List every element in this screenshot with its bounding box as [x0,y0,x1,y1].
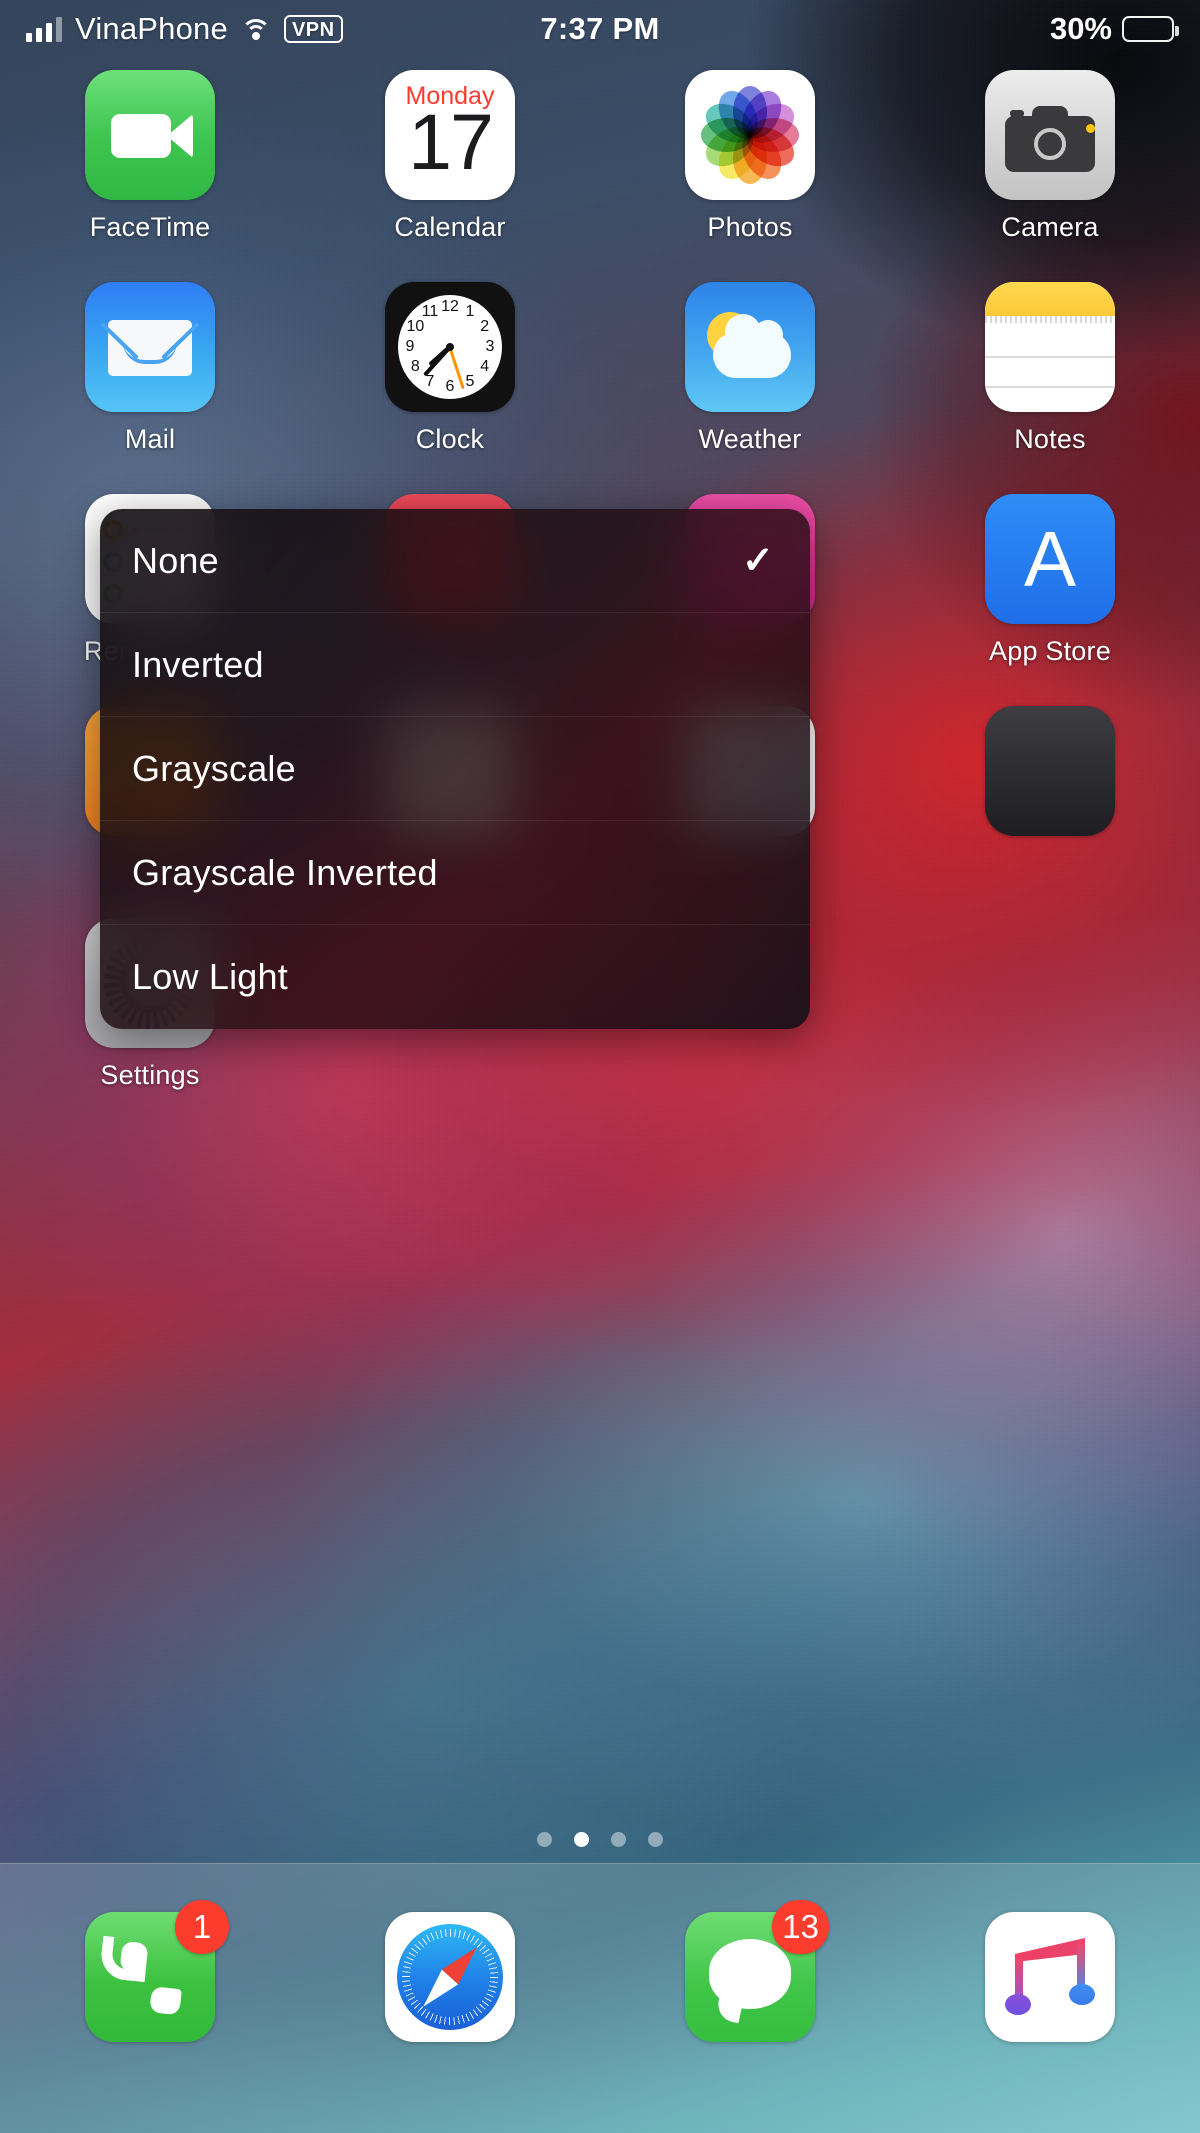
status-bar: VinaPhone VPN 7:37 PM 30% [0,0,1200,58]
app-label: Notes [1014,424,1086,454]
app-label: App Store [989,636,1111,666]
page-dot[interactable] [648,1832,663,1847]
color-filter-menu[interactable]: None ✓ Inverted ✓ Grayscale ✓ Grayscale … [100,509,810,1029]
app-label: Weather [698,424,802,454]
clock-numeral: 7 [425,372,435,390]
app-facetime[interactable]: FaceTime [0,70,300,282]
clock-numeral: 11 [421,303,439,321]
app-calendar[interactable]: Monday 17 Calendar [300,70,600,282]
battery-percent-label: 30% [1049,11,1112,46]
app-label: Mail [124,424,176,454]
clock-numeral: 1 [465,303,475,321]
app-icon[interactable] [985,706,1115,836]
app-appstore[interactable]: A App Store [900,494,1200,706]
app-camera[interactable]: Camera [900,70,1200,282]
menu-item-label: Grayscale Inverted [132,851,438,893]
dock-app-messages[interactable]: 13 [600,1900,900,2042]
app-row: FaceTime Monday 17 Calendar Photos Camer… [0,70,1200,282]
messages-icon[interactable]: 13 [685,1900,829,2042]
app-label: Camera [1001,212,1099,242]
menu-item-none[interactable]: None ✓ [100,509,810,613]
clock-icon[interactable]: 12 1 2 3 4 5 6 7 8 9 10 11 [385,282,515,412]
app-photos[interactable]: Photos [600,70,900,282]
page-dot[interactable] [611,1832,626,1847]
vpn-badge: VPN [283,15,343,43]
calendar-icon[interactable]: Monday 17 [385,70,515,200]
checkmark-icon: ✓ [741,540,775,582]
notification-badge: 1 [175,1900,229,1954]
status-bar-right: 30% [1049,11,1179,47]
battery-icon [1122,16,1179,42]
carrier-name: VinaPhone [75,11,228,46]
app-row4-col4[interactable] [900,706,1200,918]
wifi-icon [240,17,271,41]
app-mail[interactable]: Mail [0,282,300,494]
menu-item-label: None [132,539,219,581]
app-label: Photos [707,212,793,242]
clock-numeral: 8 [410,358,420,375]
page-dot[interactable] [537,1832,552,1847]
mail-icon[interactable] [85,282,215,412]
app-clock[interactable]: 12 1 2 3 4 5 6 7 8 9 10 11 Clock [300,282,600,494]
weather-icon[interactable] [685,282,815,412]
notification-badge: 13 [772,1900,829,1954]
app-label: Clock [415,424,485,454]
app-row5-col4 [900,918,1200,1130]
clock-numeral: 2 [480,318,490,335]
page-dot[interactable] [574,1832,589,1847]
clock-numeral: 9 [405,338,415,355]
safari-icon[interactable] [385,1912,515,2042]
cellular-signal-icon [26,16,62,42]
music-icon[interactable] [985,1912,1115,2042]
clock-numeral: 10 [406,318,425,335]
photos-icon[interactable] [685,70,815,200]
calendar-date: 17 [408,97,494,186]
notes-icon[interactable] [985,282,1115,412]
dock: 1 13 [0,1863,1200,2133]
menu-item-grayscale[interactable]: Grayscale ✓ [100,717,810,821]
menu-item-grayscale-inverted[interactable]: Grayscale Inverted ✓ [100,821,810,925]
menu-item-label: Inverted [132,643,264,685]
clock-numeral: 12 [441,298,459,315]
dock-app-safari[interactable] [300,1912,600,2042]
app-store-icon[interactable]: A [985,494,1115,624]
menu-item-label: Low Light [132,956,288,997]
facetime-icon[interactable] [85,70,215,200]
page-indicator[interactable] [0,1832,1200,1847]
dock-app-music[interactable] [900,1912,1200,2042]
app-notes[interactable]: Notes [900,282,1200,494]
app-label: Settings [100,1060,200,1090]
clock-numeral: 4 [480,358,490,375]
menu-item-inverted[interactable]: Inverted ✓ [100,613,810,717]
app-row: Mail 12 1 2 3 4 5 6 7 8 9 10 11 Clock Weather [0,282,1200,494]
clock-numeral: 5 [465,372,475,390]
clock-numeral: 6 [445,378,455,395]
app-label: Calendar [394,212,506,242]
phone-icon[interactable]: 1 [85,1900,229,2042]
camera-icon[interactable] [985,70,1115,200]
menu-item-label: Grayscale [132,747,296,789]
app-weather[interactable]: Weather [600,282,900,494]
app-label: FaceTime [89,212,211,242]
status-bar-left: VinaPhone VPN [26,11,343,47]
dock-app-phone[interactable]: 1 [0,1900,300,2042]
clock-numeral: 3 [485,338,495,355]
menu-item-low-light[interactable]: Low Light ✓ [100,925,810,1029]
